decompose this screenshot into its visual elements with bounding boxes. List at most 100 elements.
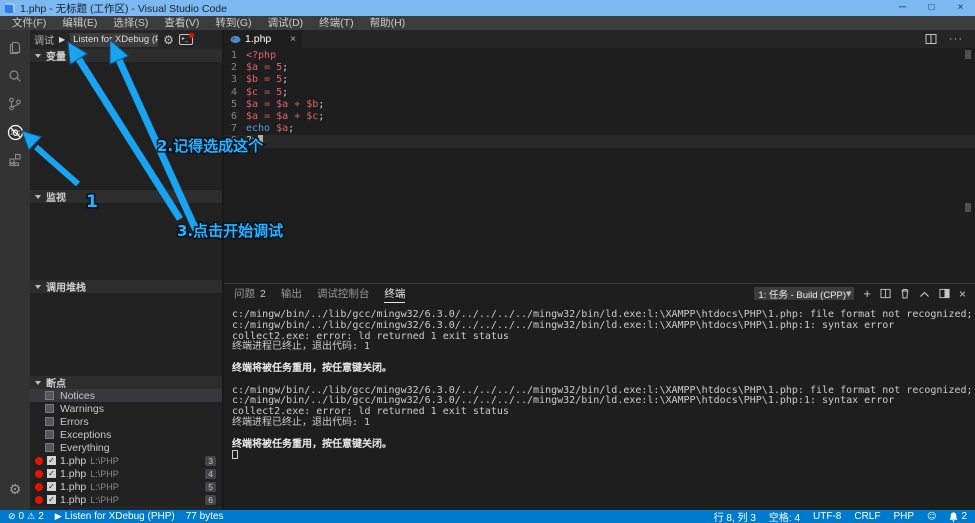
checkbox-checked[interactable]: ✓ (47, 495, 56, 504)
tab-1php[interactable]: 1.php × (224, 30, 302, 48)
maximize-button[interactable]: □ (917, 0, 946, 16)
breakpoint-filter-row[interactable]: Everything (30, 441, 222, 454)
extensions-icon[interactable] (0, 147, 30, 173)
code-token: <?php (246, 50, 276, 62)
breakpoint-filter-row[interactable]: Notices (30, 389, 222, 402)
menu-item[interactable]: 编辑(E) (54, 16, 105, 30)
code-token: $a (276, 99, 288, 111)
section-label: 变量 (46, 48, 66, 63)
debug-view-title: 调试 (34, 32, 54, 47)
source-control-icon[interactable] (0, 91, 30, 117)
code-token: $c (306, 111, 318, 123)
panel-tab-终端[interactable]: 终端 (384, 284, 405, 303)
menu-item[interactable]: 调试(D) (260, 16, 312, 30)
terminal-output[interactable]: c:/mingw/bin/../lib/gcc/mingw32/6.3.0/..… (224, 303, 975, 510)
error-icon: ⊘ (8, 512, 16, 522)
section-header-breakpoints[interactable]: 断点 (30, 376, 222, 389)
breakpoint-row[interactable]: ✓1.phpL:\PHP3 (30, 454, 222, 467)
breakpoint-filter-row[interactable]: Warnings (30, 402, 222, 415)
filter-label: Warnings (60, 403, 104, 415)
breakpoint-path: L:\PHP (90, 456, 119, 466)
checkbox-checked[interactable]: ✓ (47, 469, 56, 478)
panel-tab-问题[interactable]: 问题2 (234, 284, 266, 303)
configure-gear-icon[interactable]: ⚙ (163, 34, 174, 46)
debug-status[interactable]: ▶ Listen for XDebug (PHP) (55, 511, 175, 522)
menu-item[interactable]: 查看(V) (156, 16, 207, 30)
explorer-icon[interactable] (0, 35, 30, 61)
close-panel-icon[interactable]: × (959, 287, 966, 301)
feedback-smiley-icon[interactable]: ☺ (927, 512, 936, 522)
code-line: 1<?php (224, 50, 975, 62)
code-token: $c (246, 87, 258, 99)
section-header-watch[interactable]: 监视 (30, 190, 222, 203)
panel-tab-调试控制台[interactable]: 调试控制台 (317, 284, 370, 303)
panel-tab-label: 问题 (234, 286, 255, 301)
menu-item[interactable]: 终端(T) (311, 16, 361, 30)
eol-sequence[interactable]: CRLF (854, 511, 880, 522)
filter-label: Errors (60, 416, 89, 428)
checkbox-unchecked[interactable] (45, 391, 54, 400)
section-header-variables[interactable]: 变量 (30, 49, 222, 62)
terminal-line (232, 429, 975, 440)
cursor-position[interactable]: 行 8, 列 3 (714, 509, 756, 523)
debug-icon[interactable] (0, 119, 30, 145)
bell-icon (949, 512, 958, 522)
tab-close-icon[interactable]: × (290, 34, 296, 45)
language-mode[interactable]: PHP (893, 511, 914, 522)
checkbox-checked[interactable]: ✓ (47, 456, 56, 465)
php-file-icon (230, 35, 241, 44)
split-editor-icon[interactable] (925, 33, 937, 45)
breakpoint-filter-row[interactable]: Errors (30, 415, 222, 428)
breakpoint-line-badge: 6 (205, 495, 216, 505)
checkbox-unchecked[interactable] (45, 417, 54, 426)
code-editor[interactable]: 1<?php2$a = 5;3$b = 5;4$c = 5;5$a = $a +… (224, 48, 975, 283)
panel-controls: 1: 任务 - Build (CPP)▼ + × (754, 287, 975, 301)
panel-tab-输出[interactable]: 输出 (281, 284, 302, 303)
debug-config-dropdown[interactable]: Listen for XDebug (PHI ▼ (70, 33, 158, 47)
terminal-line: 终端将被任务重用，按任意键关闭。 (232, 440, 975, 451)
breakpoint-row[interactable]: ✓1.phpL:\PHP5 (30, 480, 222, 493)
menu-item[interactable]: 选择(S) (105, 16, 156, 30)
breakpoint-row[interactable]: ✓1.phpL:\PHP6 (30, 493, 222, 506)
checkbox-unchecked[interactable] (45, 430, 54, 439)
close-button[interactable]: × (946, 0, 975, 16)
minimize-button[interactable]: ─ (888, 0, 917, 16)
indentation[interactable]: 空格: 4 (769, 509, 800, 523)
checkbox-unchecked[interactable] (45, 443, 54, 452)
terminal-line: 终端将被任务重用，按任意键关闭。 (232, 364, 975, 375)
section-label: 调用堆栈 (46, 279, 86, 294)
split-terminal-icon[interactable] (880, 288, 891, 299)
breakpoint-filter-row[interactable]: Exceptions (30, 428, 222, 441)
maximize-panel-icon[interactable] (919, 290, 930, 298)
search-icon[interactable] (0, 63, 30, 89)
notifications-bell[interactable]: 2 (949, 511, 967, 522)
terminal-selector-dropdown[interactable]: 1: 任务 - Build (CPP)▼ (754, 287, 854, 300)
code-token: ; (318, 111, 324, 123)
breakpoint-path: L:\PHP (90, 469, 119, 479)
checkbox-unchecked[interactable] (45, 404, 54, 413)
menu-item[interactable]: 帮助(H) (362, 16, 414, 30)
menu-item[interactable]: 转到(G) (207, 16, 259, 30)
section-label: 监视 (46, 189, 66, 204)
problems-status[interactable]: ⊘ 0 ⚠ 2 (8, 511, 44, 522)
debug-console-icon[interactable]: ▸_ (179, 34, 193, 45)
line-number: 2 (224, 62, 246, 74)
more-actions-icon[interactable]: ··· (949, 33, 963, 45)
line-number: 1 (224, 50, 246, 62)
start-debug-button[interactable]: ▶ (59, 35, 65, 44)
menu-item[interactable]: 文件(F) (4, 16, 54, 30)
play-icon: ▶ (55, 512, 62, 522)
kill-terminal-icon[interactable] (900, 288, 910, 299)
code-token: ; (282, 62, 288, 74)
scrollbar-mark (965, 50, 971, 59)
checkbox-checked[interactable]: ✓ (47, 482, 56, 491)
title-bar: 1.php - 无标题 (工作区) - Visual Studio Code ─… (0, 0, 975, 16)
line-number: 3 (224, 74, 246, 86)
encoding[interactable]: UTF-8 (813, 511, 841, 522)
breakpoint-row[interactable]: ✓1.phpL:\PHP4 (30, 467, 222, 480)
tab-bar: 1.php × ··· (224, 30, 975, 48)
settings-gear-icon[interactable]: ⚙ (0, 477, 30, 503)
section-header-call-stack[interactable]: 调用堆栈 (30, 280, 222, 293)
move-panel-icon[interactable] (939, 288, 950, 299)
new-terminal-icon[interactable]: + (863, 287, 871, 300)
